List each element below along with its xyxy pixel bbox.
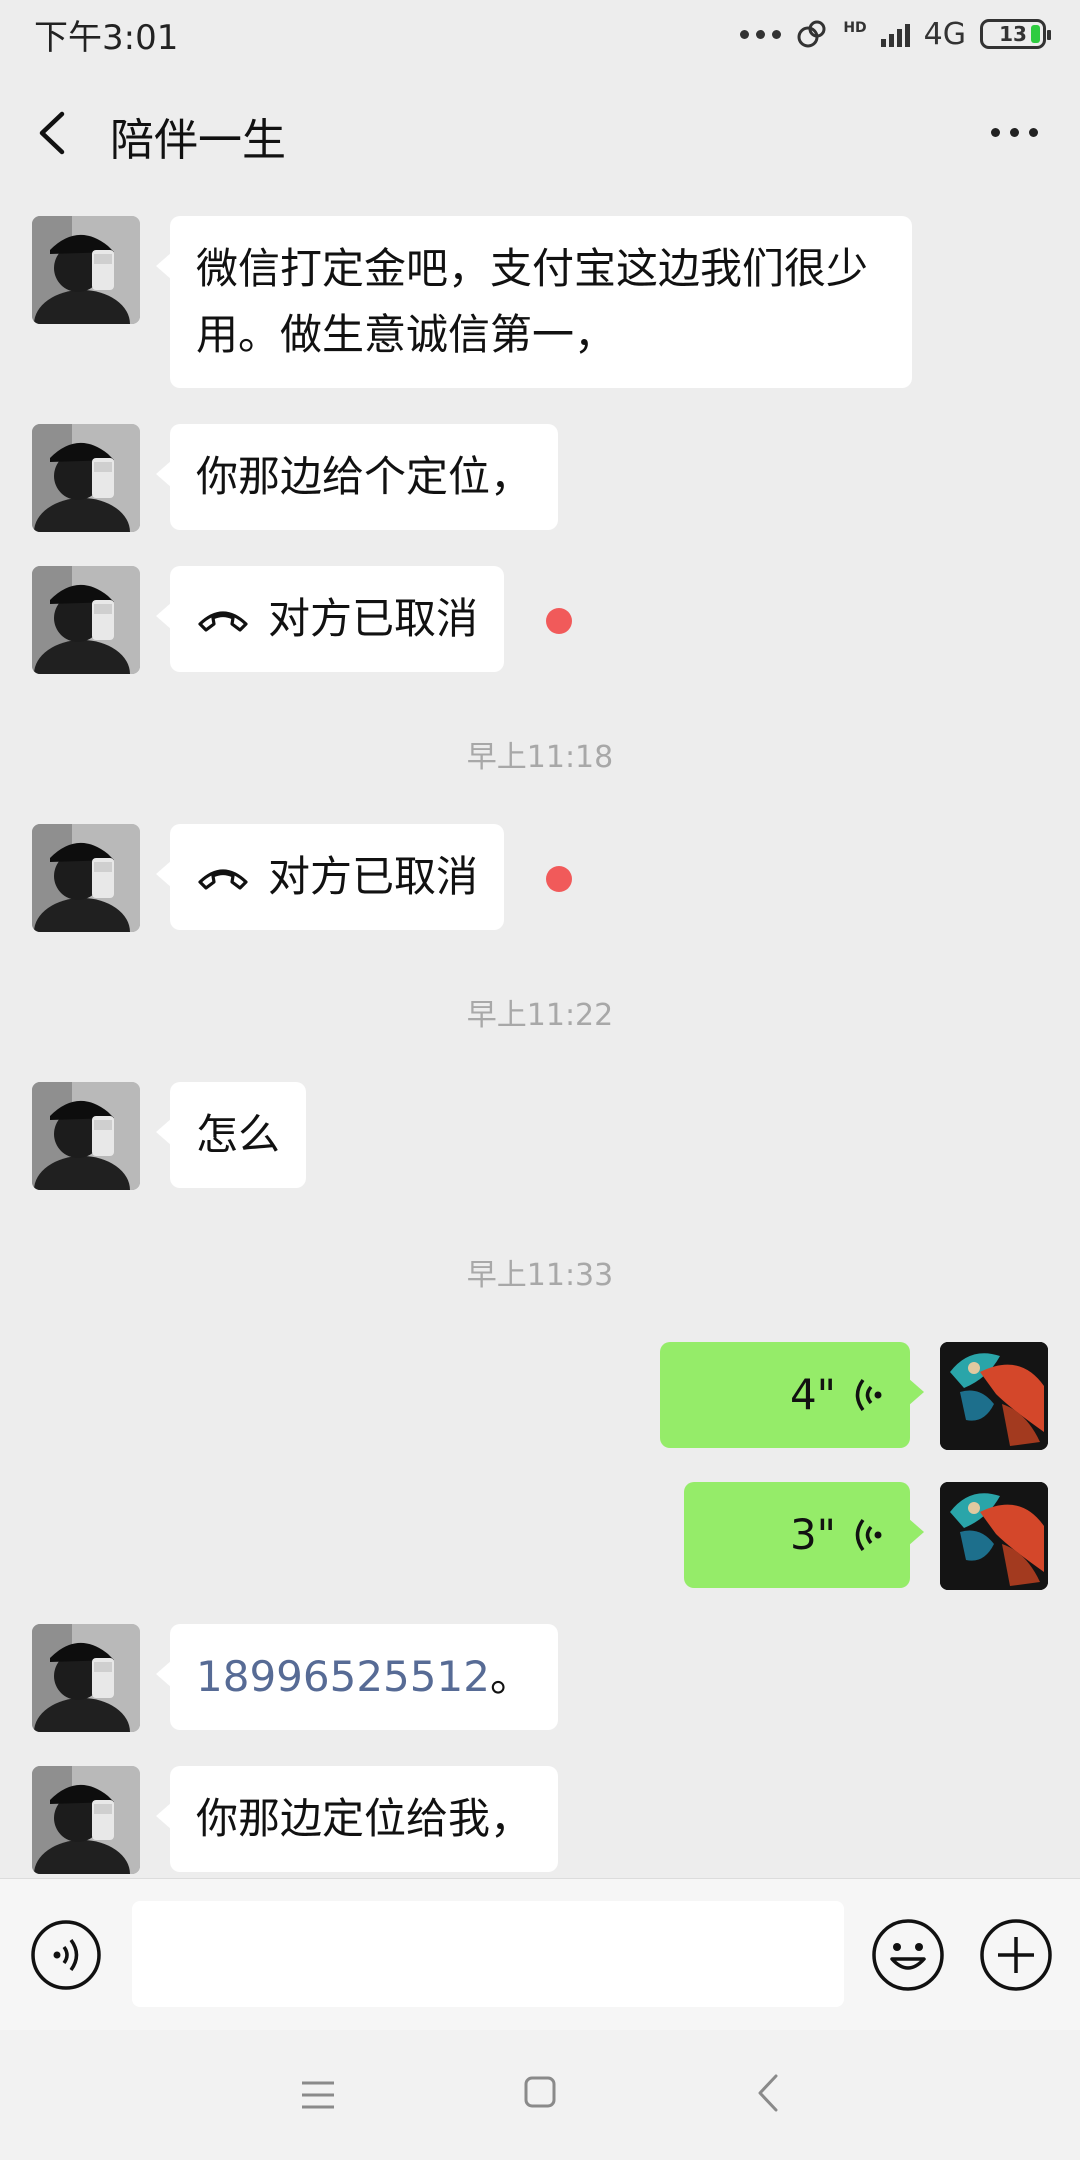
notification-dots-icon: [740, 29, 782, 39]
voice-wave-icon: [855, 1518, 882, 1552]
hd-label: HD: [843, 19, 867, 36]
contact-avatar[interactable]: [32, 1082, 140, 1190]
link-icon: [797, 20, 826, 48]
message-bubble[interactable]: 你那边定位给我，: [155, 1766, 559, 1872]
status-time: 下午3:01: [34, 17, 179, 58]
contact-avatar[interactable]: [32, 824, 140, 932]
message-bubble[interactable]: 你那边给个定位，: [155, 424, 559, 530]
voice-duration: 3": [789, 1510, 836, 1559]
message-bubble[interactable]: 怎么: [155, 1082, 307, 1188]
contact-avatar[interactable]: [32, 424, 140, 532]
contact-avatar[interactable]: [32, 216, 140, 324]
avatar-image: [32, 1082, 140, 1190]
phone-hangup-icon: [198, 611, 248, 632]
call-status-text: 对方已取消: [268, 594, 479, 643]
battery-level: 13: [999, 22, 1027, 46]
system-back-icon[interactable]: [756, 2072, 780, 2114]
voice-input-icon[interactable]: [30, 1919, 102, 1991]
recent-apps-icon[interactable]: [300, 2078, 336, 2112]
avatar-image: [32, 424, 140, 532]
message-text: 怎么: [196, 1110, 281, 1159]
voice-message-bubble[interactable]: 3": [684, 1482, 924, 1588]
avatar-image: [32, 216, 140, 324]
message-text: 你那边定位给我，: [196, 1794, 533, 1843]
back-icon[interactable]: [32, 108, 72, 158]
status-bar: 下午3:01 HD 4G 13: [0, 0, 1080, 68]
chat-input-bar: [0, 1878, 1080, 2030]
avatar-image: [940, 1482, 1048, 1590]
system-navigation-bar: [0, 2030, 1080, 2160]
call-status-text: 对方已取消: [268, 852, 479, 901]
message-text: 微信打定金吧，支付宝这边我们很少用。做生意诚信第一，: [196, 244, 869, 359]
emoji-icon[interactable]: [870, 1917, 946, 1993]
call-cancelled-bubble[interactable]: 对方已取消: [155, 824, 505, 930]
chat-header: 陪伴一生: [0, 68, 1080, 196]
message-timestamp: 早上11:33: [466, 1258, 614, 1293]
message-text: 你那边给个定位，: [196, 452, 533, 501]
contact-avatar[interactable]: [32, 566, 140, 674]
contact-avatar[interactable]: [32, 1624, 140, 1732]
message-text: 。: [489, 1652, 532, 1701]
message-bubble[interactable]: 18996525512。: [156, 1624, 558, 1730]
my-avatar[interactable]: [940, 1342, 1048, 1450]
avatar-image: [32, 566, 140, 674]
unread-dot: [546, 866, 572, 892]
status-icons: HD 4G 13: [740, 16, 1051, 52]
battery-icon: 13: [980, 19, 1051, 49]
avatar-image: [940, 1342, 1048, 1450]
call-cancelled-bubble[interactable]: 对方已取消: [155, 566, 505, 672]
voice-wave-icon: [855, 1378, 882, 1412]
unread-dot: [546, 608, 572, 634]
phone-hangup-icon: [198, 869, 248, 890]
plus-icon[interactable]: [978, 1917, 1054, 1993]
phone-number-link[interactable]: 18996525512: [196, 1652, 490, 1701]
chat-title: 陪伴一生: [110, 115, 286, 166]
voice-duration: 4": [789, 1370, 836, 1419]
signal-icon: [880, 21, 910, 47]
message-bubble[interactable]: 微信打定金吧，支付宝这边我们很少用。做生意诚信第一，: [156, 216, 912, 388]
message-timestamp: 早上11:18: [466, 740, 614, 775]
network-type: 4G: [923, 16, 966, 52]
message-input[interactable]: [132, 1901, 844, 2007]
home-icon[interactable]: [524, 2076, 556, 2108]
voice-message-bubble[interactable]: 4": [660, 1342, 924, 1448]
my-avatar[interactable]: [940, 1482, 1048, 1590]
more-icon[interactable]: [991, 128, 1038, 137]
avatar-image: [32, 824, 140, 932]
contact-avatar[interactable]: [32, 1766, 140, 1874]
avatar-image: [32, 1624, 140, 1732]
message-timestamp: 早上11:22: [466, 998, 614, 1033]
avatar-image: [32, 1766, 140, 1874]
